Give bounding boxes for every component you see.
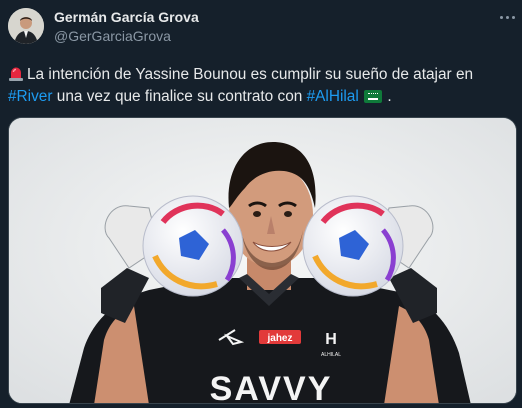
jersey-badge-text: jahez xyxy=(266,333,292,344)
saudi-arabia-flag-icon xyxy=(364,90,383,103)
svg-text:H: H xyxy=(325,331,337,348)
hashtag-river[interactable]: #River xyxy=(8,88,52,105)
jersey-crest-text: ALHILAL xyxy=(321,352,341,358)
avatar[interactable] xyxy=(8,8,44,44)
photo-goalkeeper-with-balls: jahez H ALHILAL SAVVY xyxy=(9,118,516,404)
avatar-image xyxy=(8,8,44,44)
tweet-photo[interactable]: jahez H ALHILAL SAVVY xyxy=(8,117,517,404)
more-options-icon[interactable] xyxy=(494,6,520,28)
tweet-text-part2: una vez que finalice su contrato con xyxy=(52,88,307,105)
author-handle[interactable]: @GerGarciaGrova xyxy=(54,28,171,44)
author-display-name[interactable]: Germán García Grova xyxy=(54,9,199,25)
tweet-text-part1: La intención de Yassine Bounou es cumpli… xyxy=(27,66,474,83)
police-siren-icon xyxy=(9,67,23,81)
hashtag-alhilal[interactable]: #AlHilal xyxy=(307,88,359,105)
jersey-sponsor-text: SAVVY xyxy=(210,370,333,404)
tweet-text: La intención de Yassine Bounou es cumpli… xyxy=(8,64,513,108)
tweet-text-end: . xyxy=(387,88,392,105)
tweet: Germán García Grova @GerGarciaGrova La i… xyxy=(0,0,522,408)
